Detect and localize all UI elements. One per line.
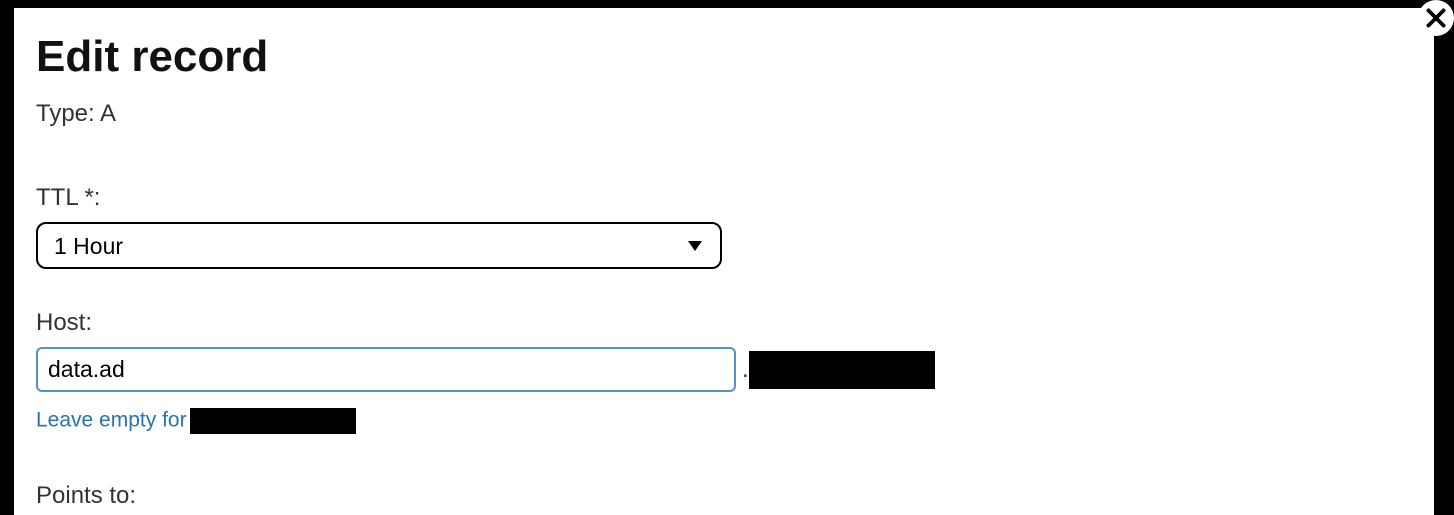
ttl-select-wrapper: 1 Hour bbox=[36, 222, 722, 269]
domain-dot: . bbox=[742, 356, 749, 384]
redacted-helper bbox=[190, 408, 356, 434]
host-input[interactable] bbox=[36, 347, 736, 392]
type-label: Type: bbox=[36, 100, 95, 127]
type-value: A bbox=[100, 100, 116, 127]
record-type-row: Type: A bbox=[36, 100, 1412, 128]
modal-title: Edit record bbox=[36, 32, 1412, 82]
ttl-field-group: TTL *: 1 Hour bbox=[36, 184, 1412, 269]
host-input-row: . bbox=[36, 347, 1412, 392]
edit-record-modal: Edit record Type: A TTL *: 1 Hour Host: … bbox=[14, 8, 1434, 515]
helper-prefix: Leave empty for bbox=[36, 409, 192, 432]
ttl-select[interactable]: 1 Hour bbox=[36, 222, 722, 269]
domain-suffix: . bbox=[742, 351, 935, 389]
close-icon bbox=[1423, 5, 1449, 31]
host-field-group: Host: . Leave empty for bbox=[36, 309, 1412, 434]
redacted-domain bbox=[749, 351, 935, 389]
ttl-label: TTL *: bbox=[36, 184, 1412, 212]
host-label: Host: bbox=[36, 309, 1412, 337]
host-helper-text: Leave empty for bbox=[36, 408, 1412, 434]
close-button[interactable] bbox=[1418, 0, 1454, 36]
points-to-label: Points to: bbox=[36, 482, 1412, 510]
